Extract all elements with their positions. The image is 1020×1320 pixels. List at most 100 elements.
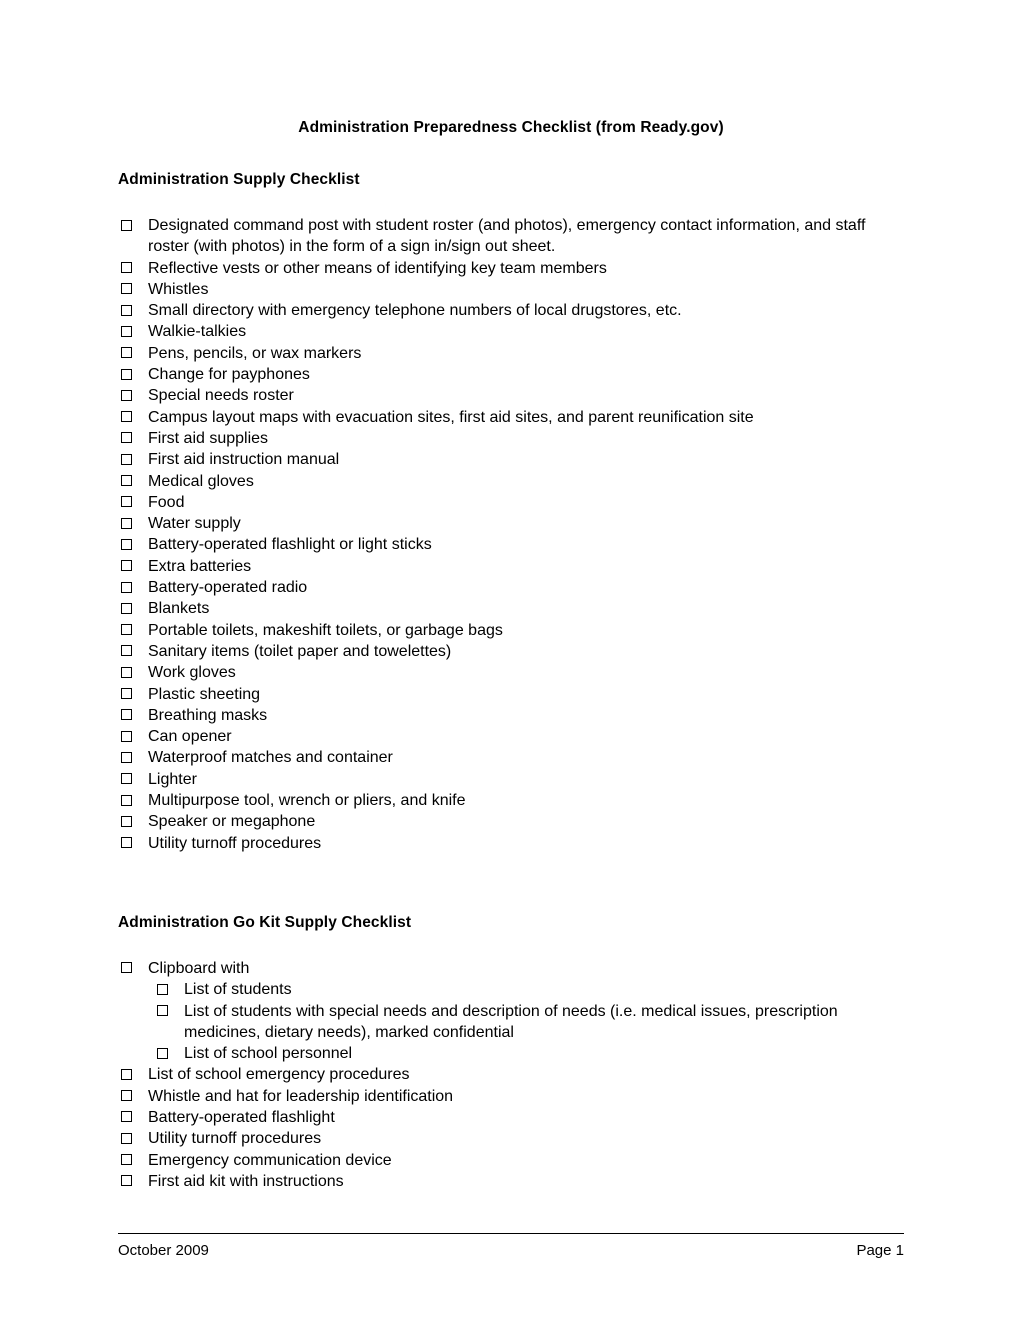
checkbox-icon[interactable] [121, 645, 132, 657]
checklist-item[interactable]: List of students with special needs and … [118, 1001, 904, 1044]
checklist-item[interactable]: Extra batteries [118, 556, 904, 577]
checkbox-icon[interactable] [157, 1005, 168, 1016]
checklist-item[interactable]: Pens, pencils, or wax markers [118, 343, 904, 364]
checkbox-icon[interactable] [121, 389, 132, 401]
checkbox-icon[interactable] [121, 1154, 132, 1166]
footer-row: October 2009 Page 1 [118, 1234, 904, 1259]
checklist-item[interactable]: Can opener [118, 726, 904, 747]
checklist-item[interactable]: Speaker or megaphone [118, 811, 904, 832]
checkbox-icon[interactable] [121, 283, 132, 295]
section-heading-supply-checklist: Administration Supply Checklist [118, 171, 360, 188]
checklist-item-label: Walkie-talkies [148, 323, 247, 341]
checkbox-icon[interactable] [157, 983, 168, 995]
checkbox-icon[interactable] [121, 751, 132, 763]
checklist-item[interactable]: List of students [118, 979, 904, 1000]
checklist-item[interactable]: Battery-operated flashlight [118, 1107, 904, 1128]
checklist-item-label: Whistle and hat for leadership identific… [148, 1087, 454, 1105]
checkbox-icon[interactable] [121, 1111, 132, 1123]
checklist-item-label: Battery-operated flashlight or light sti… [148, 536, 432, 554]
checkbox-icon[interactable] [121, 347, 132, 359]
checkbox-icon[interactable] [121, 411, 132, 423]
checkbox-icon[interactable] [121, 496, 132, 508]
checklist-item[interactable]: Walkie-talkies [118, 321, 904, 342]
checklist-item[interactable]: Utility turnoff procedures [118, 1128, 904, 1149]
checklist-item[interactable]: Battery-operated flashlight or light sti… [118, 534, 904, 555]
checklist-item[interactable]: Small directory with emergency telephone… [118, 300, 904, 321]
checklist-item[interactable]: Work gloves [118, 662, 904, 683]
checkbox-icon[interactable] [121, 538, 132, 550]
checkbox-icon[interactable] [121, 517, 132, 529]
checklist-item-label: Utility turnoff procedures [148, 834, 322, 852]
checklist-item-label: Multipurpose tool, wrench or pliers, and… [148, 792, 466, 810]
checklist-item-label: Battery-operated radio [148, 579, 308, 597]
checkbox-icon[interactable] [121, 962, 132, 974]
checklist-item-label: Emergency communication device [148, 1151, 392, 1169]
checklist-item[interactable]: List of school emergency procedures [118, 1064, 904, 1085]
checklist-item[interactable]: Special needs roster [118, 385, 904, 406]
checkbox-icon[interactable] [121, 453, 132, 465]
checklist-item[interactable]: Sanitary items (toilet paper and towelet… [118, 641, 904, 662]
checklist-item-label: Food [148, 493, 185, 511]
checkbox-icon[interactable] [121, 1068, 132, 1080]
checkbox-icon[interactable] [121, 304, 132, 316]
checkbox-icon[interactable] [121, 709, 132, 721]
checkbox-icon[interactable] [121, 773, 132, 785]
checklist-item[interactable]: List of school personnel [118, 1043, 904, 1064]
checklist-item[interactable]: Whistles [118, 279, 904, 300]
checklist-item[interactable]: Water supply [118, 513, 904, 534]
checklist-item-label: First aid instruction manual [148, 451, 340, 469]
checklist-item[interactable]: Lighter [118, 769, 904, 790]
checkbox-icon[interactable] [121, 794, 132, 806]
checkbox-icon[interactable] [157, 1047, 168, 1059]
checklist-item[interactable]: Campus layout maps with evacuation sites… [118, 407, 904, 428]
checklist-item[interactable]: Medical gloves [118, 471, 904, 492]
checkbox-icon[interactable] [121, 1175, 132, 1187]
checklist-item[interactable]: Food [118, 492, 904, 513]
checkbox-icon[interactable] [121, 624, 132, 636]
checklist-item[interactable]: Reflective vests or other means of ident… [118, 258, 904, 279]
checkbox-icon[interactable] [121, 666, 132, 678]
checkbox-icon[interactable] [121, 219, 132, 231]
checklist-item[interactable]: Breathing masks [118, 705, 904, 726]
checklist-item-label: Medical gloves [148, 472, 254, 490]
checkbox-icon[interactable] [121, 581, 132, 593]
checkbox-icon[interactable] [121, 475, 132, 487]
checklist-item-label: Utility turnoff procedures [148, 1130, 322, 1148]
checklist-item[interactable]: Emergency communication device [118, 1150, 904, 1171]
checklist-item-label: Designated command post with student ros… [148, 217, 866, 256]
checklist-item[interactable]: First aid supplies [118, 428, 904, 449]
checklist-item[interactable]: Change for payphones [118, 364, 904, 385]
checklist-item[interactable]: Utility turnoff procedures [118, 833, 904, 854]
checklist-item-label: Campus layout maps with evacuation sites… [148, 408, 754, 426]
checklist-item[interactable]: First aid kit with instructions [118, 1171, 904, 1192]
checkbox-icon[interactable] [121, 602, 132, 614]
checklist-item-label: Clipboard with [148, 959, 250, 977]
checklist-item[interactable]: Clipboard with [118, 958, 904, 979]
checklist-item-label: Pens, pencils, or wax markers [148, 344, 362, 362]
checkbox-icon[interactable] [121, 325, 132, 337]
checklist-item[interactable]: Waterproof matches and container [118, 747, 904, 768]
checklist-item[interactable]: Blankets [118, 598, 904, 619]
checklist-item-label: First aid kit with instructions [148, 1172, 344, 1190]
checkbox-icon[interactable] [121, 432, 132, 444]
checkbox-icon[interactable] [121, 262, 132, 274]
checklist-item[interactable]: Plastic sheeting [118, 684, 904, 705]
checklist-item-label: Reflective vests or other means of ident… [148, 259, 607, 277]
checklist-item[interactable]: Designated command post with student ros… [118, 215, 904, 258]
checkbox-icon[interactable] [121, 688, 132, 700]
checkbox-icon[interactable] [121, 1090, 132, 1102]
checklist-item[interactable]: Multipurpose tool, wrench or pliers, and… [118, 790, 904, 811]
checkbox-icon[interactable] [121, 368, 132, 380]
checkbox-icon[interactable] [121, 730, 132, 742]
checklist-item-label: Breathing masks [148, 706, 268, 724]
checklist-item[interactable]: First aid instruction manual [118, 449, 904, 470]
checkbox-icon[interactable] [121, 1132, 132, 1144]
checkbox-icon[interactable] [121, 560, 132, 572]
supply-checklist-list: Designated command post with student ros… [118, 189, 904, 854]
checklist-item[interactable]: Portable toilets, makeshift toilets, or … [118, 620, 904, 641]
checkbox-icon[interactable] [121, 837, 132, 849]
checklist-item[interactable]: Whistle and hat for leadership identific… [118, 1086, 904, 1107]
checklist-item-label: Work gloves [148, 664, 236, 682]
checkbox-icon[interactable] [121, 815, 132, 827]
checklist-item[interactable]: Battery-operated radio [118, 577, 904, 598]
